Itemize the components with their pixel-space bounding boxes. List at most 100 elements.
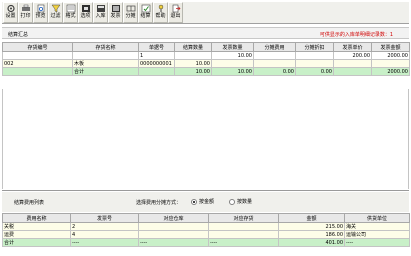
cell-doc-no[interactable]: 0000000001 [138, 59, 175, 68]
options-label: 选项 [80, 13, 91, 19]
cell-supplier[interactable]: 海关 [344, 222, 410, 231]
allocation-method-label: 选择费用分摊方式： [136, 200, 182, 206]
cell-invoice-no[interactable]: 4 [70, 230, 139, 239]
cell-name[interactable]: 木板 [72, 59, 139, 68]
col-item[interactable]: 对应存货 [208, 213, 279, 223]
filter-button[interactable]: 过滤 [48, 2, 63, 23]
col-alloc-fee[interactable]: 分摊费用 [253, 42, 296, 52]
col-warehouse[interactable]: 对应仓库 [138, 213, 209, 223]
cell-doc-no[interactable]: 1 [138, 51, 175, 60]
allocate-by-amount-label[interactable]: 按金额 [199, 198, 214, 205]
record-count-info: 可供显示的入库单明细记录数：1 [319, 32, 393, 38]
cell-warehouse[interactable] [138, 222, 209, 231]
cell-unit-price[interactable] [333, 59, 372, 68]
format-button[interactable]: 格式 [63, 2, 78, 23]
warehouse-in-button[interactable]: 入库 [93, 2, 108, 23]
col-item-name[interactable]: 存货名称 [72, 42, 139, 52]
cell-item: ---- [208, 238, 279, 247]
invoice-label: 发票 [110, 13, 121, 19]
preview-button[interactable]: 预览 [33, 2, 48, 23]
table-row[interactable]: 1 10.00 200.00 2000.00 [2, 51, 410, 60]
cell-code[interactable]: 002 [2, 59, 73, 68]
cell-fee-name[interactable]: 运费 [2, 230, 71, 239]
cell-name[interactable] [72, 51, 139, 60]
format-label: 格式 [65, 13, 76, 19]
cell-supplier[interactable]: 运输公司 [344, 230, 410, 239]
cell-fee-name: 合计 [2, 238, 71, 247]
summary-header-row: 存货编号 存货名称 单据号 结算数量 发票数量 分摊费用 分摊折扣 发票单价 发… [2, 42, 410, 52]
settle-label: 结算 [140, 13, 151, 19]
cell-code[interactable] [2, 51, 73, 60]
allocate-by-qty-radio[interactable]: 按数量 [229, 198, 252, 205]
col-supplier[interactable]: 供货单位 [344, 213, 410, 223]
filter-icon [51, 4, 60, 13]
cell-alloc-fee[interactable] [253, 51, 296, 60]
col-amount[interactable]: 金额 [278, 213, 345, 223]
format-icon [66, 4, 75, 13]
cell-settle-qty: 10.00 [174, 67, 212, 76]
table-row[interactable]: 运费 4 186.00 运输公司 [2, 230, 410, 239]
allocate-button[interactable]: 分摊 [123, 2, 138, 23]
cell-alloc-discount[interactable] [295, 51, 334, 60]
cell-amount: 2000.00 [371, 67, 410, 76]
total-row: 合计 10.00 10.00 0.00 0.00 2000.00 [2, 67, 410, 76]
summary-header-bar: 结算汇总 可供显示的入库单明细记录数：1 [2, 27, 409, 39]
allocate-by-qty-label[interactable]: 按数量 [237, 198, 252, 205]
cell-settle-qty[interactable] [174, 51, 212, 60]
col-unit-price[interactable]: 发票单价 [333, 42, 372, 52]
allocate-by-amount-radio[interactable]: 按金额 [191, 198, 214, 205]
radio-checked-icon[interactable] [191, 198, 197, 205]
help-button[interactable]: 帮助 [153, 2, 168, 23]
col-invoice-qty[interactable]: 发票数量 [211, 42, 254, 52]
help-icon [158, 4, 163, 12]
settle-icon [141, 4, 150, 13]
invoice-icon [111, 5, 120, 12]
cell-alloc-discount[interactable] [295, 59, 334, 68]
help-label: 帮助 [155, 13, 166, 19]
invoice-button[interactable]: 发票 [108, 2, 123, 23]
col-fee-name[interactable]: 费用名称 [2, 213, 71, 223]
radio-unchecked-icon[interactable] [229, 198, 235, 205]
exit-icon [172, 4, 180, 13]
col-item-code[interactable]: 存货编号 [2, 42, 73, 52]
total-row: 合计 ---- ---- ---- 401.00 ---- [2, 238, 410, 247]
col-doc-no[interactable]: 单据号 [138, 42, 175, 52]
cell-amount: 401.00 [278, 238, 345, 247]
settings-button[interactable]: 设置 [3, 2, 18, 23]
cell-invoice-no[interactable]: 2 [70, 222, 139, 231]
summary-empty-area [2, 89, 409, 189]
print-button[interactable]: 打印 [18, 2, 33, 23]
cell-invoice-qty[interactable]: 10.00 [211, 51, 254, 60]
preview-label: 预览 [35, 13, 46, 19]
allocate-icon [126, 5, 135, 12]
cell-fee-name[interactable]: 关税 [2, 222, 71, 231]
cell-alloc-fee[interactable] [253, 59, 296, 68]
warehouse-in-label: 入库 [95, 13, 106, 19]
cell-alloc-discount: 0.00 [295, 67, 334, 76]
cell-code [2, 67, 73, 76]
table-row[interactable]: 002 木板 0000000001 10.00 [2, 59, 410, 68]
cell-unit-price[interactable]: 200.00 [333, 51, 372, 60]
table-row[interactable]: 关税 2 215.00 海关 [2, 222, 410, 231]
cell-settle-qty[interactable]: 10.00 [174, 59, 212, 68]
cell-warehouse: ---- [138, 238, 209, 247]
cell-amount[interactable]: 186.00 [278, 230, 345, 239]
cell-amount[interactable] [371, 59, 410, 68]
col-invoice-no[interactable]: 发票号 [70, 213, 139, 223]
cell-item[interactable] [208, 222, 279, 231]
options-button[interactable]: 选项 [78, 2, 93, 23]
exit-button[interactable]: 退出 [168, 2, 183, 23]
settle-button[interactable]: 结算 [138, 2, 153, 23]
cell-invoice-qty[interactable] [211, 59, 254, 68]
printer-icon [21, 4, 30, 11]
col-alloc-discount[interactable]: 分摊折扣 [295, 42, 334, 52]
cell-amount[interactable]: 215.00 [278, 222, 345, 231]
cell-warehouse[interactable] [138, 230, 209, 239]
col-settle-qty[interactable]: 结算数量 [174, 42, 212, 52]
settings-label: 设置 [5, 13, 16, 19]
col-invoice-amount[interactable]: 发票金额 [371, 42, 410, 52]
cell-item[interactable] [208, 230, 279, 239]
cell-amount[interactable]: 2000.00 [371, 51, 410, 60]
print-label: 打印 [20, 13, 31, 19]
settings-icon [6, 4, 15, 13]
